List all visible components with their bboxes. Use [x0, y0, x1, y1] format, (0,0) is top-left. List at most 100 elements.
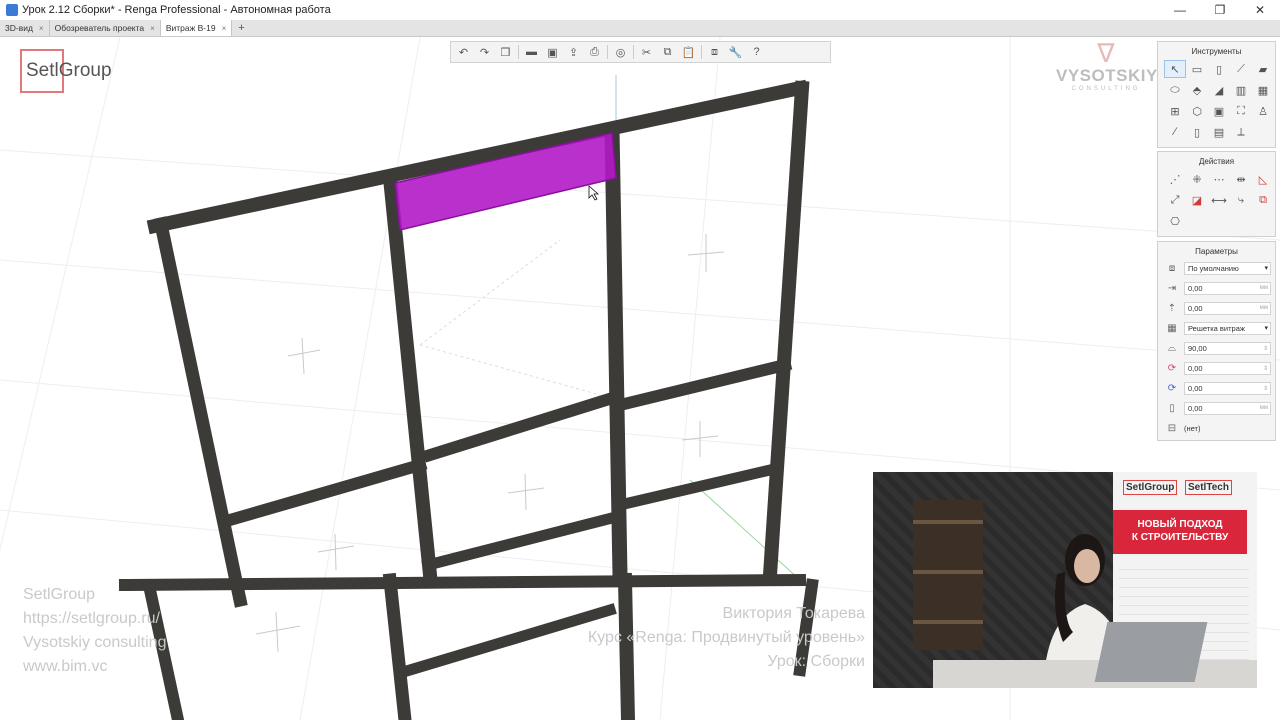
height-icon: ⇡ — [1167, 302, 1177, 314]
furniture-tool-icon[interactable]: ⛶ — [1230, 102, 1252, 120]
line-tool-icon[interactable]: ∕ — [1164, 123, 1186, 141]
add-tab-button[interactable]: + — [232, 20, 250, 36]
column-tool-icon[interactable]: ▯ — [1208, 60, 1230, 78]
paste-icon[interactable]: 📋 — [680, 44, 697, 61]
element-tool-icon[interactable]: ▯ — [1186, 123, 1208, 141]
height-field[interactable]: 0,00 мм — [1184, 301, 1271, 315]
thickness-value: 0,00 — [1188, 403, 1203, 413]
copy-action-icon[interactable]: ⁜ — [1186, 170, 1208, 188]
angle-value: 90,00 — [1188, 343, 1207, 353]
move-icon[interactable]: ⋰ — [1164, 170, 1186, 188]
print-icon[interactable]: ⎙ — [586, 44, 603, 61]
param-mark: ⊟ (нет) — [1158, 418, 1275, 438]
view-toolbar: ↶ ↷ ❒ ▬ ▣ ⇪ ⎙ ◎ ✂ ⧉ 📋 ⧈ 🔧 ? — [450, 41, 831, 63]
panel-title: Инструменты — [1191, 47, 1242, 56]
spin-icon[interactable]: ⇕ — [1263, 365, 1268, 372]
person-tool-icon[interactable]: ♙ — [1252, 102, 1274, 120]
wall-tool-icon[interactable]: ▭ — [1186, 60, 1208, 78]
tab-close-icon[interactable]: × — [150, 24, 155, 33]
angle-field[interactable]: 90,00 ⇕ — [1184, 341, 1271, 355]
panel-title: Действия — [1198, 157, 1235, 166]
railing-tool-icon[interactable]: ⊞ — [1164, 102, 1186, 120]
tab-label: Витраж В-19 — [165, 23, 216, 33]
align-icon[interactable]: ⤢ — [1164, 191, 1186, 209]
tab-curtain-wall[interactable]: Витраж В-19 × — [160, 20, 233, 36]
maximize-button[interactable]: ❐ — [1200, 0, 1240, 20]
visibility-icon[interactable]: ◎ — [612, 44, 629, 61]
help-icon[interactable]: ? — [748, 44, 765, 61]
opening-tool-icon[interactable]: ⬡ — [1186, 102, 1208, 120]
unit-label: мм — [1259, 405, 1268, 411]
title-bar: Урок 2.12 Сборки* - Renga Professional -… — [0, 0, 1280, 20]
dimension-tool-icon[interactable]: ⟂ — [1230, 123, 1252, 141]
minimize-button[interactable]: — — [1160, 0, 1200, 20]
spin-icon[interactable]: ⇕ — [1263, 345, 1268, 352]
select-tool-icon[interactable]: ↖ — [1164, 60, 1186, 78]
angle-icon: ⌓ — [1168, 342, 1176, 354]
watermark-line: Vysotskiy consulting — [23, 634, 167, 651]
ramp-tool-icon[interactable]: ◢ — [1208, 81, 1230, 99]
style-value: По умолчанию — [1188, 263, 1239, 273]
grid-select[interactable]: Решетка витраж ▾ — [1184, 321, 1271, 335]
spin-icon[interactable]: ⇕ — [1263, 385, 1268, 392]
close-button[interactable]: ✕ — [1240, 0, 1280, 20]
assembly-tool-icon[interactable]: ▤ — [1208, 123, 1230, 141]
param-height: ⇡ 0,00 мм — [1158, 298, 1275, 318]
tab-project-explorer[interactable]: Обозреватель проекта × — [50, 20, 161, 36]
beam-tool-icon[interactable]: ⟋ — [1230, 60, 1252, 78]
open-folder-icon[interactable]: ▬ — [523, 44, 540, 61]
param-grid: ▦ Решетка витраж ▾ — [1158, 318, 1275, 338]
height-value: 0,00 — [1188, 303, 1203, 313]
cut-icon[interactable]: ✂ — [638, 44, 655, 61]
grid-icon: ▦ — [1167, 322, 1177, 334]
offset-icon[interactable]: ⧉ — [1252, 191, 1274, 209]
delete-icon[interactable]: ◪ — [1186, 191, 1208, 209]
view-cube-icon[interactable]: ❒ — [497, 44, 514, 61]
group-icon[interactable]: ⎔ — [1164, 212, 1186, 230]
thickness-icon: ▯ — [1169, 402, 1175, 414]
offset-field[interactable]: 0,00 мм — [1184, 281, 1271, 295]
param-angle: ⌓ 90,00 ⇕ — [1158, 338, 1275, 358]
vysotskiy-name: VYSOTSKIY — [1056, 66, 1158, 85]
mark-value[interactable]: (нет) — [1184, 424, 1201, 433]
tab-label: 3D-вид — [5, 23, 33, 33]
chevron-down-icon: ▾ — [1264, 265, 1268, 272]
panel-title: Параметры — [1195, 247, 1238, 256]
style-select[interactable]: По умолчанию ▾ — [1184, 261, 1271, 275]
floor-tool-icon[interactable]: ⬭ — [1164, 81, 1186, 99]
roof-tool-icon[interactable]: ⬘ — [1186, 81, 1208, 99]
rotate-y-field[interactable]: 0,00 ⇕ — [1184, 381, 1271, 395]
tab-3d-view[interactable]: 3D-вид × — [0, 20, 50, 36]
thickness-field[interactable]: 0,00 мм — [1184, 401, 1271, 415]
rotate-icon[interactable]: ◺ — [1252, 170, 1274, 188]
tools-grid: ↖ ▭ ▯ ⟋ ▰ ⬭ ⬘ ◢ ▥ ▦ ⊞ ⬡ ▣ ⛶ ♙ ∕ ▯ ▤ ⟂ — [1158, 58, 1275, 143]
stretch-icon[interactable]: ⟷ — [1208, 191, 1230, 209]
settings-wrench-icon[interactable]: 🔧 — [727, 44, 744, 61]
door-tool-icon[interactable]: ▥ — [1230, 81, 1252, 99]
layers-icon[interactable]: ⧈ — [706, 44, 723, 61]
tab-close-icon[interactable]: × — [222, 24, 227, 33]
export-icon[interactable]: ⇪ — [565, 44, 582, 61]
tab-close-icon[interactable]: × — [39, 24, 44, 33]
mouse-cursor-icon — [588, 185, 600, 201]
window-tool-icon[interactable]: ▦ — [1252, 81, 1274, 99]
copy-icon[interactable]: ⧉ — [659, 44, 676, 61]
param-rotate-x: ⟳ 0,00 ⇕ — [1158, 358, 1275, 378]
slab-tool-icon[interactable]: ▰ — [1252, 60, 1274, 78]
unit-label: мм — [1259, 285, 1268, 291]
watermark-line: Виктория Токарева — [722, 605, 865, 622]
save-icon[interactable]: ▣ — [544, 44, 561, 61]
renga-app-window: Урок 2.12 Сборки* - Renga Professional -… — [0, 0, 1280, 720]
mirror-icon[interactable]: ⇹ — [1230, 170, 1252, 188]
video-brand-right: SetlTech — [1185, 480, 1232, 495]
chevron-down-icon: ▾ — [1264, 325, 1268, 332]
rotate-x-field[interactable]: 0,00 ⇕ — [1184, 361, 1271, 375]
watermark-line: www.bim.vc — [23, 658, 108, 675]
watermark-right: Виктория Токарева Курс «Renga: Продвинут… — [588, 602, 865, 674]
mark-icon: ⊟ — [1167, 422, 1177, 434]
equipment-tool-icon[interactable]: ▣ — [1208, 102, 1230, 120]
undo-icon[interactable]: ↶ — [455, 44, 472, 61]
trim-icon[interactable]: ⤷ — [1230, 191, 1252, 209]
array-icon[interactable]: ⋯ — [1208, 170, 1230, 188]
redo-icon[interactable]: ↷ — [476, 44, 493, 61]
